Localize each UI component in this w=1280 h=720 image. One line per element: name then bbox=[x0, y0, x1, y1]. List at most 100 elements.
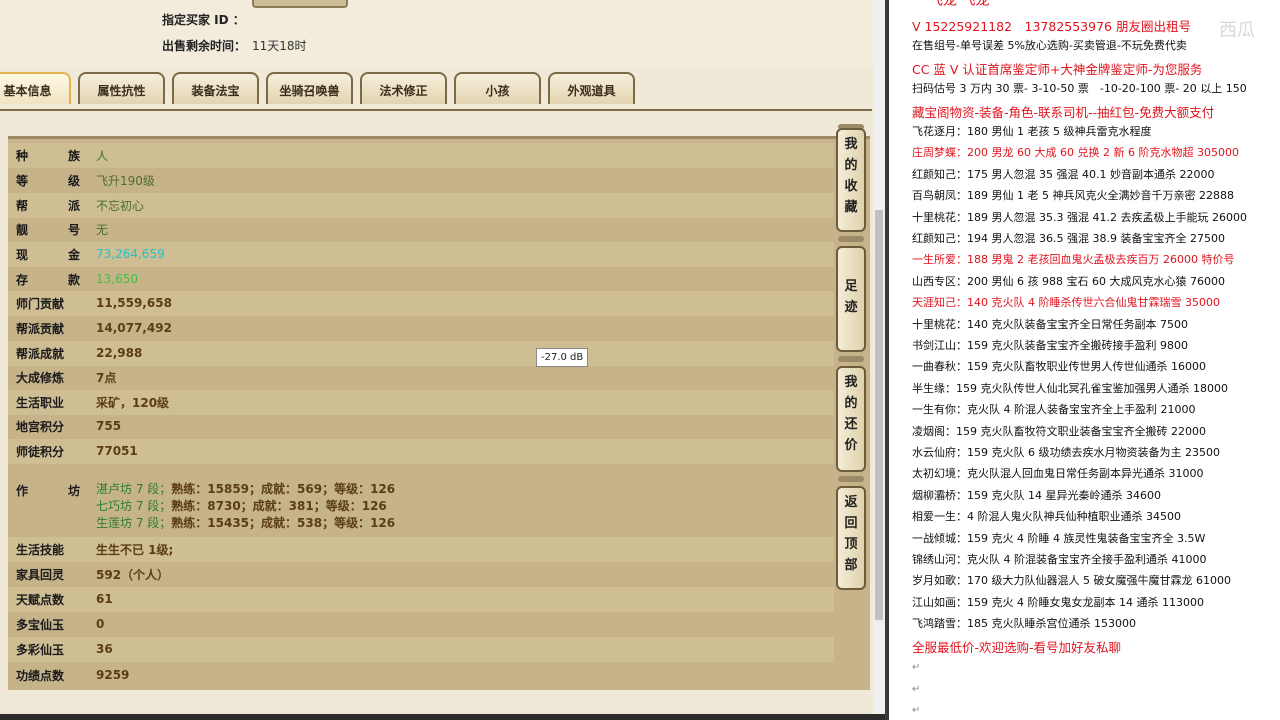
document-line: 岁月如歌：170 级大力队仙器混人 5 破女魔强牛魔甘霖龙 61000 bbox=[912, 574, 1231, 588]
info-row-cultivation: 大成修炼 7点 bbox=[8, 365, 834, 390]
cutoff-heading: 飞龙 飞龙 bbox=[929, 0, 990, 9]
document-line: 飞鸿踏雪：185 克火队睡杀宫位通杀 153000 bbox=[912, 617, 1136, 631]
button-knob bbox=[838, 356, 864, 362]
document-line: 江山如画：159 克火 4 阶睡女鬼女龙副本 14 通杀 113000 bbox=[912, 595, 1204, 609]
row-value: 11,559,658 bbox=[96, 296, 172, 311]
row-value: 飞升190级 bbox=[96, 173, 155, 188]
info-row-treasure-jade: 多宝仙玉 0 bbox=[8, 612, 834, 637]
info-row-school-contribution: 师门贡献 11,559,658 bbox=[8, 291, 834, 316]
row-label: 多彩仙玉 bbox=[16, 642, 65, 657]
button-knob bbox=[838, 236, 864, 242]
info-row-deposit: 存 款 13,650 bbox=[8, 267, 834, 292]
bottom-bar bbox=[0, 714, 885, 720]
row-value: 13,650 bbox=[96, 272, 138, 287]
document-line: 一曲春秋：159 克火队畜牧职业传世男人传世仙通杀 16000 bbox=[912, 360, 1206, 374]
top-button[interactable] bbox=[252, 0, 348, 8]
row-value: 755 bbox=[96, 419, 122, 434]
basic-info-panel: 种 族 人 等 级 飞升190级 帮 派 不忘初心 靓 号 无 现 金 73,2… bbox=[8, 136, 870, 690]
button-knob bbox=[838, 476, 864, 482]
row-value: 9259 bbox=[96, 668, 130, 683]
row-value: 61 bbox=[96, 592, 113, 607]
document-line: 山西专区：200 男仙 6 孩 988 宝石 60 大成风克水心猿 76000 bbox=[912, 274, 1225, 288]
info-row-guild: 帮 派 不忘初心 bbox=[8, 193, 834, 218]
row-value: 人 bbox=[96, 148, 109, 163]
remaining-time-value: 11天18时 bbox=[252, 39, 307, 53]
document-line: 锦绣山河：克火队 4 阶混装备宝宝齐全接手盈利通杀 41000 bbox=[912, 553, 1207, 566]
tab-child[interactable]: 小孩 bbox=[454, 72, 541, 104]
document-line: 烟柳灞桥：159 克火队 14 星异光秦岭通杀 34600 bbox=[912, 488, 1161, 502]
my-favorites-button[interactable]: 我的收藏 bbox=[836, 128, 866, 232]
row-value: 无 bbox=[96, 222, 109, 237]
info-row-level: 等 级 飞升190级 bbox=[8, 168, 834, 193]
row-label: 等 级 bbox=[16, 173, 95, 188]
row-value: 14,077,492 bbox=[96, 321, 172, 336]
row-label: 天赋点数 bbox=[16, 592, 65, 607]
row-value: 0 bbox=[96, 617, 105, 632]
row-label: 大成修炼 bbox=[16, 370, 65, 385]
row-value: 生生不已 1级; bbox=[96, 542, 174, 557]
info-row-talent-points: 天赋点数 61 bbox=[8, 587, 834, 612]
row-label: 帮派成就 bbox=[16, 346, 65, 361]
document-line: 一战倾城：159 克火 4 阶睡 4 族灵性鬼装备宝宝齐全 3.5W bbox=[912, 531, 1206, 545]
my-counteroffer-button[interactable]: 我的还价 bbox=[836, 366, 866, 472]
document-line: 太初幻境：克火队混人回血鬼日常任务副本异光通杀 31000 bbox=[912, 467, 1204, 481]
tab-divider bbox=[0, 109, 872, 111]
sale-info-header: 指定买家 ID ： 出售剩余时间： 11天18时 bbox=[0, 0, 885, 66]
row-label: 家具回灵 bbox=[16, 567, 65, 582]
buyer-id-label: 指定买家 ID ： bbox=[162, 13, 245, 27]
tab-bar: 基本信息 属性抗性 装备法宝 坐骑召唤兽 法术修正 小孩 外观道具 bbox=[0, 72, 870, 110]
workshop-entry: 七巧坊 7 段；熟练：8730；成就：381；等级：126 bbox=[96, 498, 387, 513]
workshop-entry: 湛卢坊 7 段；熟练：15859；成就：569；等级：126 bbox=[96, 482, 396, 496]
document-line: 十里桃花：140 克火队装备宝宝齐全日常任务副本 7500 bbox=[912, 317, 1188, 331]
document-line: 凌烟阁：159 克火队畜牧符文职业装备宝宝齐全搬砖 22000 bbox=[912, 424, 1206, 438]
document-line: 一生所爱：188 男鬼 2 老孩回血鬼火孟极去疾百万 26000 特价号 bbox=[912, 253, 1235, 267]
row-label: 现 金 bbox=[16, 247, 95, 262]
watermark-logo: 西瓜 bbox=[1219, 20, 1255, 41]
info-row-merit-points: 功绩点数 9259 bbox=[8, 663, 834, 688]
tab-mounts-pets[interactable]: 坐骑召唤兽 bbox=[266, 72, 353, 104]
row-label: 作 坊 bbox=[16, 484, 95, 498]
document-line: 十里桃花：189 男人忽混 35.3 强混 41.2 去疾孟极上手能玩 2600… bbox=[912, 210, 1247, 224]
document-line: 全服最低价-欢迎选购-看号加好友私聊 bbox=[912, 639, 1122, 655]
row-value: 73,264,659 bbox=[96, 247, 165, 262]
info-row-race: 种 族 人 bbox=[8, 143, 834, 168]
row-label: 功绩点数 bbox=[16, 668, 65, 683]
row-label: 师徒积分 bbox=[16, 444, 65, 459]
tab-spell-mods[interactable]: 法术修正 bbox=[360, 72, 447, 104]
row-label: 存 款 bbox=[16, 272, 95, 287]
info-row-cash: 现 金 73,264,659 bbox=[8, 242, 834, 267]
row-label: 种 族 bbox=[16, 148, 95, 163]
paragraph-mark-icon: ↵ bbox=[912, 705, 921, 716]
row-value: 22,988 bbox=[96, 346, 143, 361]
back-to-top-button[interactable]: 返回顶部 bbox=[836, 486, 866, 590]
document-line: V 15225921182 13782553976 朋友圈出租号 bbox=[912, 19, 1191, 34]
row-value: 592（个人） bbox=[96, 567, 170, 582]
document-line: 红颜知己：175 男人忽混 35 强混 40.1 妙音副本通杀 22000 bbox=[912, 167, 1215, 181]
info-row-colorful-jade: 多彩仙玉 36 bbox=[8, 637, 834, 662]
row-label: 生活技能 bbox=[16, 542, 65, 557]
row-value: 7点 bbox=[96, 370, 117, 385]
left-scrollbar[interactable] bbox=[873, 0, 885, 720]
document-line: 在售组号-单号误差 5%放心选购-买卖管退-不玩免费代卖 bbox=[912, 39, 1187, 53]
volume-tooltip: -27.0 dB bbox=[536, 348, 589, 367]
scrollbar-thumb[interactable] bbox=[875, 210, 883, 620]
row-value: 77051 bbox=[96, 444, 138, 459]
row-value: 采矿，120级 bbox=[96, 395, 170, 410]
info-row-palace-points: 地宫积分 755 bbox=[8, 414, 834, 439]
tab-appearance[interactable]: 外观道具 bbox=[548, 72, 635, 104]
row-label: 帮 派 bbox=[16, 198, 95, 213]
text-document[interactable]: 飞龙 飞龙 西瓜 V 15225921182 13782553976 朋友圈出租… bbox=[889, 0, 1280, 720]
paragraph-mark-icon: ↵ bbox=[912, 684, 921, 695]
document-line: CC 蓝 V 认证首席鉴定师+大神金牌鉴定师-为您服务 bbox=[912, 61, 1203, 77]
game-trading-window: 指定买家 ID ： 出售剩余时间： 11天18时 基本信息 属性抗性 装备法宝 … bbox=[0, 0, 885, 720]
document-line: 红颜知己：194 男人忽混 36.5 强混 38.9 装备宝宝齐全 27500 bbox=[912, 232, 1225, 245]
remaining-time-label: 出售剩余时间： bbox=[162, 39, 247, 53]
tab-equipment[interactable]: 装备法宝 bbox=[172, 72, 259, 104]
tab-basic-info[interactable]: 基本信息 bbox=[0, 72, 71, 104]
info-row-guild-achievement: 帮派成就 22,988 bbox=[8, 341, 834, 366]
document-line: 飞花逐月：180 男仙 1 老孩 5 级神兵雷克水程度 bbox=[912, 125, 1152, 138]
info-row-furniture: 家具回灵 592（个人） bbox=[8, 562, 834, 587]
info-row-life-skill: 生活技能 生生不已 1级; bbox=[8, 537, 834, 562]
footprint-button[interactable]: 足迹 bbox=[836, 246, 866, 352]
tab-attributes[interactable]: 属性抗性 bbox=[78, 72, 165, 104]
